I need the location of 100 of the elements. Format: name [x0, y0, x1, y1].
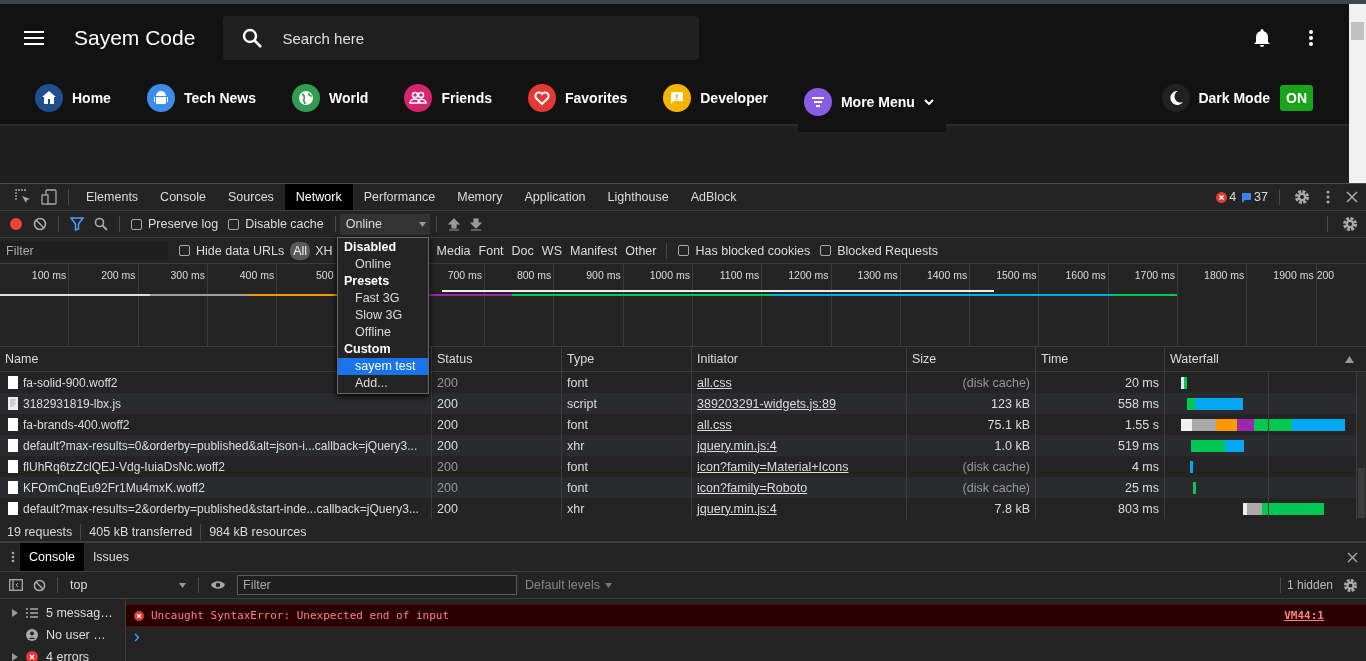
initiator-link[interactable]: jquery.min.js:4: [697, 438, 777, 453]
waterfall-bar: [1181, 376, 1187, 389]
bell-icon[interactable]: [1253, 28, 1271, 48]
script-file-icon: [8, 397, 18, 410]
column-header[interactable]: Waterfall: [1165, 347, 1357, 371]
type-filter[interactable]: Manifest: [566, 241, 621, 260]
checkbox-option[interactable]: Hide data URLs: [179, 243, 285, 258]
menu-item[interactable]: Add...: [338, 375, 428, 392]
devtools-tab[interactable]: Performance: [352, 184, 447, 210]
menu-item[interactable]: Offline: [338, 324, 428, 341]
close-icon[interactable]: [1346, 191, 1358, 203]
initiator-link[interactable]: jquery.min.js:4: [697, 501, 777, 516]
clear-icon[interactable]: [33, 217, 47, 231]
filter-field[interactable]: Filter: [0, 240, 168, 261]
search-field[interactable]: Search here: [223, 16, 700, 60]
initiator-link[interactable]: 389203291-widgets.js:89: [697, 396, 836, 411]
initiator-link[interactable]: icon?family=Material+Icons: [697, 459, 849, 474]
devtools-tab[interactable]: Application: [513, 184, 597, 210]
inspect-icon[interactable]: [15, 189, 31, 205]
record-icon[interactable]: [9, 217, 23, 231]
upload-icon[interactable]: [447, 217, 460, 231]
checkbox-option[interactable]: Blocked Requests: [820, 243, 938, 258]
throttle-select[interactable]: Online: [339, 213, 430, 235]
column-header[interactable]: Size: [907, 347, 1036, 371]
message-count[interactable]: 37: [1254, 190, 1268, 204]
type-filter[interactable]: XH: [312, 241, 336, 260]
menu-icon[interactable]: [24, 31, 44, 45]
column-header[interactable]: Type: [562, 347, 692, 371]
request-name[interactable]: fa-brands-400.woff2: [23, 417, 130, 432]
sidebar-icon[interactable]: [9, 579, 23, 591]
type-filter[interactable]: Doc: [508, 241, 537, 260]
expand-arrow-icon: [12, 653, 18, 661]
eye-icon[interactable]: [210, 580, 226, 590]
initiator-link[interactable]: icon?family=Roboto: [697, 480, 808, 495]
download-icon[interactable]: [469, 217, 482, 231]
menu-item[interactable]: Slow 3G: [338, 307, 428, 324]
search-icon[interactable]: [94, 217, 108, 231]
request-name[interactable]: default?max-results=0&orderby=published&alt=json-i...callback=jQuery3...: [23, 438, 418, 453]
request-name[interactable]: KFOmCnqEu92Fr1Mu4mxK.woff2: [23, 480, 205, 495]
menu-item[interactable]: sayem test: [338, 358, 428, 375]
type-filter[interactable]: Font: [475, 241, 507, 260]
column-header[interactable]: Initiator: [692, 347, 907, 371]
prompt-icon[interactable]: [134, 633, 140, 642]
request-name[interactable]: fa-solid-900.woff2: [23, 375, 118, 390]
clear-icon[interactable]: [33, 578, 46, 592]
more-icon[interactable]: [1309, 30, 1313, 46]
devtools-tab[interactable]: Lighthouse: [596, 184, 680, 210]
settings-icon[interactable]: [1294, 189, 1310, 205]
levels-select[interactable]: Default levels: [525, 578, 613, 592]
devtools-tab[interactable]: Console: [149, 184, 217, 210]
device-icon[interactable]: [41, 189, 57, 205]
more-icon[interactable]: [1326, 190, 1330, 204]
menu-item[interactable]: Fast 3G: [338, 290, 428, 307]
sort-icon[interactable]: [1345, 356, 1354, 363]
request-name[interactable]: flUhRq6tzZclQEJ-Vdg-IuiaDsNc.woff2: [23, 459, 225, 474]
nav-link[interactable]: Friends: [404, 72, 492, 124]
source-link[interactable]: VM44:1: [1284, 609, 1324, 622]
type-filter[interactable]: All: [290, 241, 311, 260]
checkbox-option[interactable]: Preserve log: [131, 217, 219, 231]
menu-heading: Presets: [343, 273, 391, 290]
devtools-tab[interactable]: Memory: [446, 184, 514, 210]
context-select[interactable]: top: [64, 578, 192, 592]
nav-link[interactable]: Developer: [663, 72, 768, 124]
error-count[interactable]: 4: [1229, 190, 1237, 204]
scrollbar[interactable]: [1357, 372, 1366, 518]
type-filter[interactable]: Other: [622, 241, 660, 260]
drawer-tab[interactable]: Issues: [83, 543, 138, 571]
initiator-link[interactable]: all.css: [697, 417, 732, 432]
more-icon[interactable]: [11, 551, 15, 563]
nav-link[interactable]: World: [292, 72, 369, 124]
nav-link[interactable]: Favorites: [528, 72, 628, 124]
devtools-tab[interactable]: Elements: [75, 184, 150, 210]
close-icon[interactable]: [1347, 551, 1358, 563]
sidebar-item[interactable]: No user …: [0, 624, 125, 646]
scrollbar[interactable]: [1349, 4, 1366, 183]
site-title[interactable]: Sayem Code: [74, 26, 196, 50]
drawer-tab[interactable]: Console: [20, 543, 84, 571]
filter-icon[interactable]: [70, 217, 84, 231]
devtools-tab[interactable]: AdBlock: [679, 184, 748, 210]
checkbox-option[interactable]: Has blocked cookies: [678, 243, 811, 258]
request-name[interactable]: default?max-results=2&orderby=published&start-inde...callback=jQuery3...: [23, 501, 419, 516]
nav-link[interactable]: Tech News: [146, 72, 256, 124]
column-header[interactable]: Status: [432, 347, 562, 371]
filter-field[interactable]: Filter: [237, 575, 517, 595]
type-filter[interactable]: WS: [538, 241, 565, 260]
column-header[interactable]: Time: [1036, 347, 1165, 371]
nav-link[interactable]: Home: [35, 72, 111, 124]
devtools-tab[interactable]: Sources: [217, 184, 285, 210]
menu-heading: Disabled: [343, 239, 398, 256]
checkbox-option[interactable]: Disable cache: [228, 217, 324, 231]
type-filter[interactable]: Media: [433, 241, 474, 260]
request-name[interactable]: 3182931819-lbx.js: [23, 396, 122, 411]
file-icon: [8, 376, 18, 389]
initiator-link[interactable]: all.css: [697, 375, 732, 390]
sidebar-item[interactable]: 4 errors: [0, 646, 125, 661]
tick-label: 200 ms: [101, 269, 136, 281]
devtools-tab[interactable]: Network: [284, 184, 353, 210]
sidebar-item[interactable]: 5 messag…: [0, 602, 125, 624]
settings-icon[interactable]: [1342, 216, 1358, 232]
settings-icon[interactable]: [1343, 577, 1358, 593]
